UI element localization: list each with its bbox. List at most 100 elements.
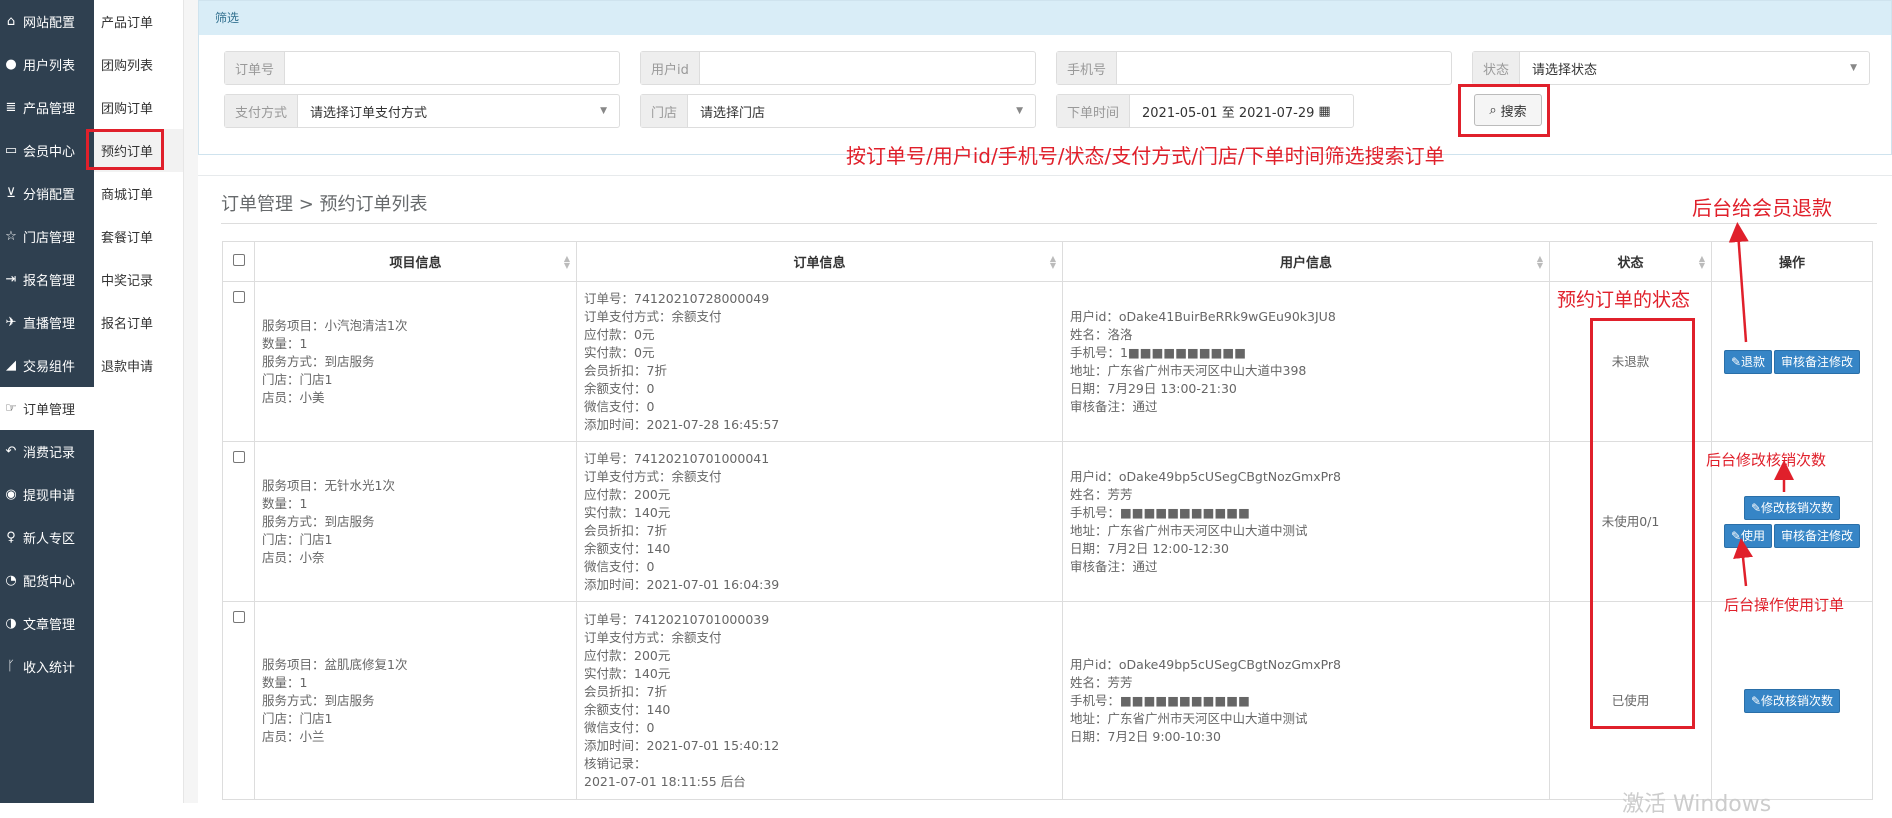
order-info-line: 实付款：140元 [584,504,671,520]
row-checkbox[interactable] [232,291,245,303]
adjust-icon: ◑ [5,616,17,631]
column-header-order[interactable]: 订单信息 ▲ ▼ [576,241,1063,282]
submenu-item-7[interactable]: 报名订单 [94,301,183,344]
order-info-line: 实付款：140元 [584,665,671,681]
action-button-1[interactable]: ✎使用 [1723,523,1773,548]
order-info-line: 2021-07-01 18:11:55 后台 [584,773,746,789]
chevron-down-icon: ▼ [600,106,607,116]
sidebar-item-label: 交易组件 [23,360,76,375]
project-info-line: 服务方式：到店服务 [262,692,375,708]
order-info-line: 会员折扣：7折 [584,683,667,699]
phone-input[interactable]: 手机号 [1056,51,1452,85]
sidebar-item-6[interactable]: ⇥ 报名管理 [0,258,94,301]
action-button-2[interactable]: 审核备注修改 [1774,523,1861,548]
sidebar-item-12[interactable]: ♀ 新人专区 [0,516,94,559]
user-info-line: 地址：广东省广州市天河区中山大道中398 [1070,362,1307,378]
sidebar-item-0[interactable]: ⌂ 网站配置 [0,0,94,43]
sidebar-item-9[interactable]: ☞ 订单管理 [0,387,94,430]
submenu-item-0[interactable]: 产品订单 [94,0,183,43]
submenu-item-2[interactable]: 团购订单 [94,86,183,129]
order-info-cell: 订单号：74120210701000039 订单支付方式：余额支付 应付款：200元… [576,601,1063,800]
action-button-label: 修改核销次数 [1761,693,1834,708]
status-select[interactable]: 状态 请选择状态 ▼ [1472,51,1870,85]
sidebar-item-4[interactable]: ⊻ 分销配置 [0,172,94,215]
sidebar-item-label: 文章管理 [23,618,76,633]
sort-icon: ▲ ▼ [563,254,570,270]
action-button-1[interactable]: 审核备注修改 [1774,349,1861,374]
row-select-cell [222,441,255,602]
project-info-line: 服务方式：到店服务 [262,513,375,529]
hand-pointer-icon: ☞ [5,401,17,416]
sidebar-item-1[interactable]: ● 用户列表 [0,43,94,86]
sidebar-item-8[interactable]: ◢ 交易组件 [0,344,94,387]
row-checkbox[interactable] [232,611,245,623]
project-info-line: 门店：门店1 [262,710,333,726]
action-button-0[interactable]: ✎修改核销次数 [1743,495,1841,520]
activation-watermark: 激活 Windows [1622,792,1772,817]
store-select[interactable]: 门店 请选择门店 ▼ [640,94,1036,128]
action-button-label: 审核备注修改 [1781,354,1854,369]
wechat-icon: ◉ [5,487,17,502]
order-no-input[interactable]: 订单号 [224,51,620,85]
order-info-line: 会员折扣：7折 [584,362,667,378]
order-info-line: 添加时间：2021-07-01 15:40:12 [584,737,780,753]
submenu-item-8[interactable]: 退款申请 [94,344,183,387]
sidebar-item-3[interactable]: ▭ 会员中心 [0,129,94,172]
user-id-value[interactable] [700,52,1035,84]
sidebar-item-2[interactable]: ≣ 产品管理 [0,86,94,129]
pay-method-select[interactable]: 支付方式 请选择订单支付方式 ▼ [224,94,620,128]
order-info-line: 订单支付方式：余额支付 [584,308,722,324]
user-info-line: 日期：7月29日 13:00-21:30 [1070,380,1237,396]
sidebar-item-7[interactable]: ✈ 直播管理 [0,301,94,344]
action-button-label: 使用 [1741,528,1766,543]
sidebar-item-label: 用户列表 [23,59,76,74]
sidebar-item-10[interactable]: ↶ 消费记录 [0,430,94,473]
pay-method-value[interactable]: 请选择订单支付方式 ▼ [298,95,619,127]
user-info-line: 姓名：洛洛 [1070,326,1133,342]
title-divider [221,223,1877,224]
row-select-cell [222,601,255,800]
user-info-line: 地址：广东省广州市天河区中山大道中测试 [1070,710,1308,726]
submenu: 产品订单 团购列表 团购订单 预约订单 商城订单 套餐订单 中奖记录 报名订单 退款申请 [94,0,184,803]
actions-cell: ✎退款 审核备注修改 [1711,281,1873,442]
user-info-line: 地址：广东省广州市天河区中山大道中测试 [1070,522,1308,538]
user-info-line: 用户id：oDake49bp5cUSegCBgtNozGmxPr8 [1070,468,1342,484]
order-time-input[interactable]: 下单时间 2021-05-01 至 2021-07-29 ▦ [1056,94,1354,128]
store-value[interactable]: 请选择门店 ▼ [688,95,1035,127]
submenu-item-6[interactable]: 中奖记录 [94,258,183,301]
submenu-item-5[interactable]: 套餐订单 [94,215,183,258]
project-info-cell: 服务项目：小汽泡清洁1次 数量：1 服务方式：到店服务 门店：门店1 店员：小美 [254,281,577,442]
order-time-value[interactable]: 2021-05-01 至 2021-07-29 ▦ [1130,95,1353,127]
status-annotation: 预约订单的状态 [1557,289,1691,311]
column-header-user[interactable]: 用户信息 ▲ ▼ [1062,241,1550,282]
main-content: 筛选 订单号 用户id 手机号 状态 请选择状态 ▼ 支付方式 请选择订单支付方式… [198,0,1892,803]
sidebar-item-5[interactable]: ☆ 门店管理 [0,215,94,258]
user-info-line: 姓名：芳芳 [1070,674,1133,690]
sidebar-item-14[interactable]: ◑ 文章管理 [0,602,94,645]
phone-value[interactable] [1117,52,1451,84]
submenu-scrollbar[interactable] [184,0,198,803]
order-no-value[interactable] [285,52,619,84]
submenu-item-1[interactable]: 团购列表 [94,43,183,86]
order-info-cell: 订单号：74120210701000041 订单支付方式：余额支付 应付款：200元… [576,441,1063,602]
user-info-line: 审核备注：通过 [1070,398,1158,414]
sidebar-item-15[interactable]: ᚴ 收入统计 [0,645,94,688]
order-info-line: 添加时间：2021-07-01 16:04:39 [584,576,780,592]
user-info-cell: 用户id：oDake49bp5cUSegCBgtNozGmxPr8 姓名：芳芳 手机… [1062,601,1550,800]
action-button-0[interactable]: ✎退款 [1723,349,1773,374]
status-select-value[interactable]: 请选择状态 ▼ [1520,52,1869,84]
user-id-input[interactable]: 用户id [640,51,1036,85]
row-checkbox[interactable] [232,451,245,463]
column-header-status[interactable]: 状态 ▲ ▼ [1549,241,1712,282]
submenu-item-4[interactable]: 商城订单 [94,172,183,215]
column-header-project[interactable]: 项目信息 ▲ ▼ [254,241,577,282]
status-highlight-box [1590,318,1695,729]
order-info-line: 核销记录： [584,755,647,771]
sidebar-item-11[interactable]: ◉ 提现申请 [0,473,94,516]
sidebar-item-13[interactable]: ◔ 配货中心 [0,559,94,602]
user-icon: ● [5,57,17,72]
action-button-0[interactable]: ✎修改核销次数 [1743,688,1841,713]
project-info-cell: 服务项目：盆肌底修复1次 数量：1 服务方式：到店服务 门店：门店1 店员：小兰 [254,601,577,800]
select-all-checkbox[interactable] [232,253,245,266]
select-all-header [222,241,255,282]
